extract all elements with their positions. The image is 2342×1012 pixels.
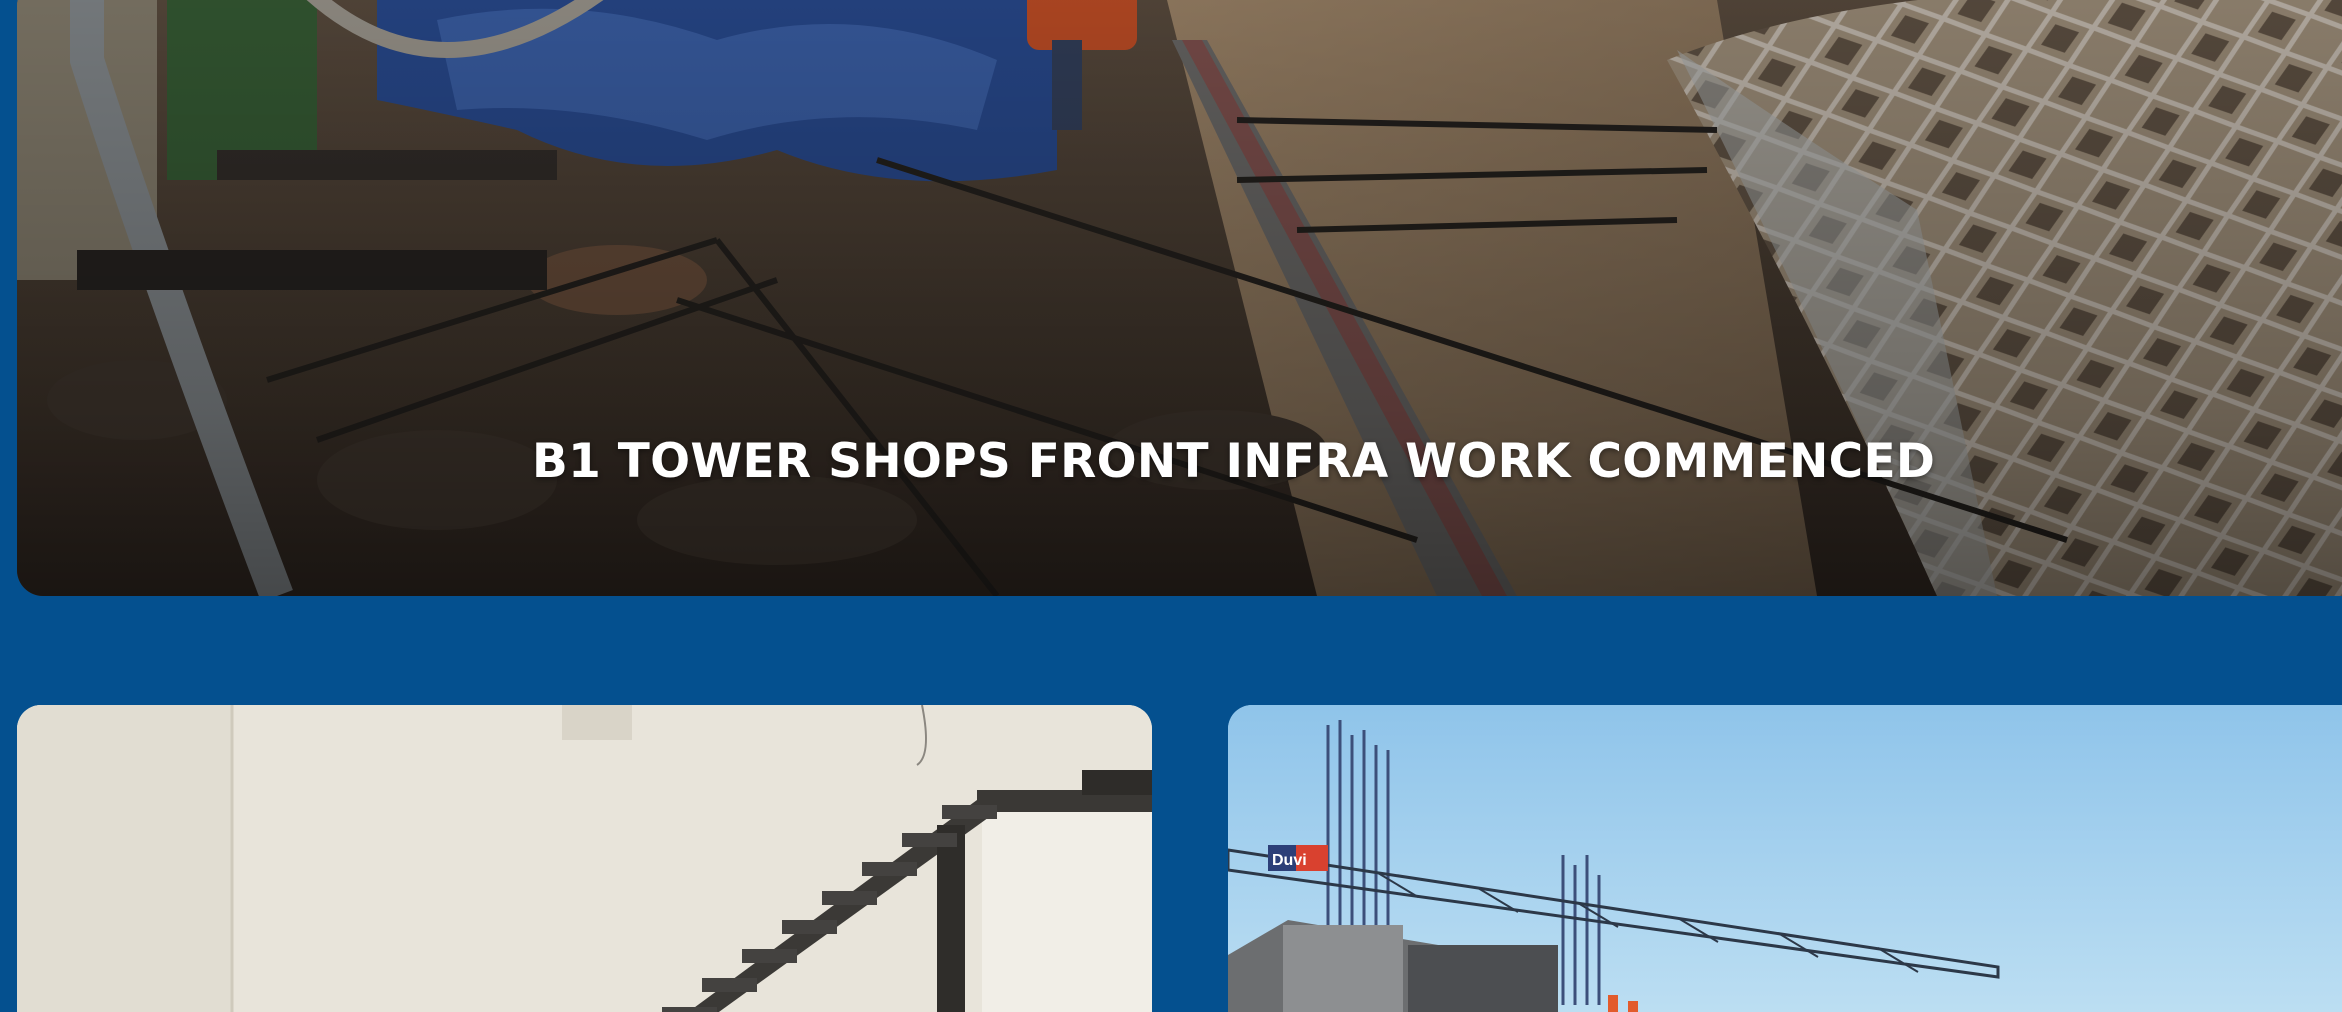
hero-caption: B1 TOWER SHOPS FRONT INFRA WORK COMMENCE… [532, 434, 1936, 489]
crane-building-photo: Duvi [1228, 705, 2342, 1012]
hero-card[interactable]: B1 TOWER SHOPS FRONT INFRA WORK COMMENCE… [17, 0, 2342, 596]
gallery-page: B1 TOWER SHOPS FRONT INFRA WORK COMMENCE… [0, 0, 2342, 1012]
crane-sign-text: Duvi [1272, 852, 1307, 869]
gallery-card-staircase[interactable] [17, 705, 1152, 1012]
gallery-card-crane[interactable]: Duvi [1228, 705, 2342, 1012]
staircase-photo [17, 705, 1152, 1012]
hero-overlay [17, 0, 2342, 596]
